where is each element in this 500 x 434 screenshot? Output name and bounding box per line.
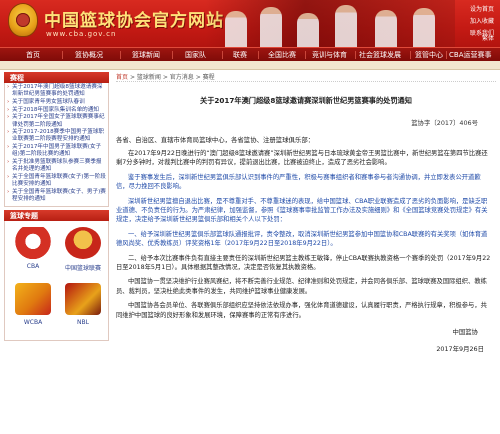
nav-divider	[305, 51, 306, 59]
nav-association[interactable]: 篮协概况	[75, 50, 103, 60]
league-badge-icon	[65, 226, 101, 259]
nav-league[interactable]: 联赛	[233, 50, 247, 60]
cba-logo-icon[interactable]	[8, 3, 38, 37]
team-china-league[interactable]: 中国篮球联赛	[63, 226, 103, 272]
nbl-badge-icon	[65, 282, 101, 315]
publish-date: 2017年9月26日	[436, 345, 484, 354]
breadcrumb: 首页 > 篮球新闻 > 官方消息 > 赛程	[116, 72, 496, 82]
team-name: 中国篮球联赛	[64, 264, 101, 272]
player-figure	[413, 8, 435, 47]
doc-number: 篮协字〔2017〕406号	[411, 119, 478, 127]
nav-national-team[interactable]: 国家队	[185, 50, 206, 60]
article-paragraph: 在2017年9月22日晚进行的“澳门超级8篮球邀请赛”深圳新世纪男篮与日本琉球黄…	[116, 150, 488, 167]
breadcrumb-current[interactable]: 赛程	[203, 74, 215, 81]
wcba-badge-icon	[15, 282, 51, 315]
article-paragraph: 中国篮协一贯坚决维护行业赛风赛纪，将不断完善行业规范、纪律准则和处罚规定，并会同…	[116, 278, 487, 295]
article-paragraph: 二、给予本次比赛事件负有直接主要责任的深圳新世纪男篮主教练王敏锋，停止CBA联赛…	[116, 254, 491, 272]
team-name: WCBA	[23, 318, 43, 326]
nav-home[interactable]: 首页	[26, 50, 40, 60]
nav-divider	[222, 51, 223, 59]
list-item[interactable]: › 关于国家青年男女篮球队春训	[7, 99, 106, 106]
recipient: 各省、自治区、直辖市体育局篮球中心，各省篮协、注册篮球俱乐部：	[116, 136, 315, 144]
list-item[interactable]: › 关于全国青年篮球联赛(女子)第一阶段比赛安排的通知	[7, 174, 106, 188]
set-homepage-link[interactable]: 设为首页	[452, 4, 494, 13]
signature: 中国篮协	[452, 328, 478, 337]
breadcrumb-sep: >	[162, 74, 168, 81]
teams-title: 篮球专题	[4, 209, 109, 221]
nav-divider	[120, 51, 121, 59]
player-figure	[335, 5, 357, 47]
nav-divider	[446, 51, 447, 59]
team-grid: CBA 中国篮球联赛 WCBA NBL	[4, 220, 109, 341]
article-paragraph: 中国篮协各会员单位、各联赛俱乐部组织应坚持依法依规办事，强化体育道德建设，认真履…	[116, 302, 487, 319]
breadcrumb-sep: >	[129, 74, 135, 81]
main-nav: 首页 篮协概况 篮球新闻 国家队 联赛 全国比赛 竞训与体育 社会篮球发展 篮管…	[0, 47, 500, 61]
list-item[interactable]: › 关于2017年澳门超级8篮球邀请赛深圳新世纪男篮赛事的处罚通知	[7, 84, 106, 98]
nav-divider	[355, 51, 356, 59]
article-paragraph: 一、给予深圳新世纪男篮俱乐部篮球队通报批评，责令整改，取消深圳新世纪男篮参加中国…	[116, 230, 488, 248]
site-title[interactable]: 中国篮球协会官方网站	[44, 6, 224, 31]
team-cba[interactable]: CBA	[13, 226, 53, 270]
player-figure	[225, 11, 247, 47]
add-favorite-link[interactable]: 加入收藏	[452, 16, 494, 25]
lang-switch[interactable]: 繁体	[482, 33, 494, 42]
player-figure	[260, 7, 282, 47]
breadcrumb-news[interactable]: 篮球新闻	[137, 74, 161, 81]
article-title: 关于2017年澳门超级8篮球邀请赛深圳新世纪男篮赛事的处罚通知	[200, 96, 412, 105]
article-paragraph: 深圳新世纪男篮擅自退出比赛，是不尊重对手、不尊重球迷的表现，给中国篮球、CBA职…	[116, 197, 488, 224]
article-paragraph: 鉴于赛事发生后，深圳新世纪男篮俱乐部认识到事件的严重性，积极与赛事组织者和赛事参…	[116, 173, 481, 191]
team-name: CBA	[26, 262, 40, 270]
breadcrumb-official[interactable]: 官方消息	[170, 74, 194, 81]
news-ticker	[0, 61, 500, 70]
player-figure	[297, 13, 319, 47]
list-item[interactable]: › 关于2017-2018赛季中国男子篮球职业联赛第二阶段赛程安排的通知	[7, 129, 106, 143]
nav-training[interactable]: 竞训与体育	[312, 50, 347, 60]
nav-cba-events[interactable]: CBA运营赛事	[449, 50, 491, 60]
sidebar: 赛程 › 关于2017年澳门超级8篮球邀请赛深圳新世纪男篮赛事的处罚通知 › 关于国…	[4, 72, 109, 434]
cba-badge-icon	[15, 226, 51, 259]
breadcrumb-home[interactable]: 首页	[116, 74, 128, 81]
nav-divider	[62, 51, 63, 59]
team-nbl[interactable]: NBL	[63, 282, 103, 326]
list-item[interactable]: › 关于批准男篮联赛球队参赛三赛季报名并处理的通知	[7, 159, 106, 173]
list-item[interactable]: › 关于2017年全国女子篮球联赛赛事纪律处罚第二阶段通知	[7, 114, 106, 128]
team-name: NBL	[77, 318, 89, 326]
nav-management[interactable]: 篮管中心	[415, 50, 443, 60]
article: 关于2017年澳门超级8篮球邀请赛深圳新世纪男篮赛事的处罚通知 篮协字〔2017…	[116, 84, 496, 434]
sidebar-list: › 关于2017年澳门超级8篮球邀请赛深圳新世纪男篮赛事的处罚通知 › 关于国家青年…	[4, 83, 109, 207]
team-wcba[interactable]: WCBA	[13, 282, 53, 326]
nav-news[interactable]: 篮球新闻	[132, 50, 160, 60]
nav-divider	[172, 51, 173, 59]
site-header: 中国篮球协会官方网站 www.cba.gov.cn 设为首页 加入收藏 联系我们…	[0, 0, 500, 47]
nav-social-basketball[interactable]: 社会篮球发展	[359, 50, 401, 60]
sidebar-title: 赛程	[4, 72, 109, 83]
breadcrumb-sep: >	[195, 74, 201, 81]
list-item[interactable]: › 关于2017年中国男子篮球联赛(女子组)第二阶段比赛的通知	[7, 144, 106, 158]
list-item[interactable]: › 关于全国青年篮球联赛(女子、男子)赛程安排的通知	[7, 189, 106, 203]
header-banner	[205, 0, 455, 47]
nav-divider	[258, 51, 259, 59]
player-figure	[375, 10, 397, 47]
nav-national-games[interactable]: 全国比赛	[268, 50, 296, 60]
nav-divider	[410, 51, 411, 59]
site-url: www.cba.gov.cn	[46, 30, 117, 38]
list-item[interactable]: › 关于2018年国家队集训名单的通知	[7, 107, 106, 114]
